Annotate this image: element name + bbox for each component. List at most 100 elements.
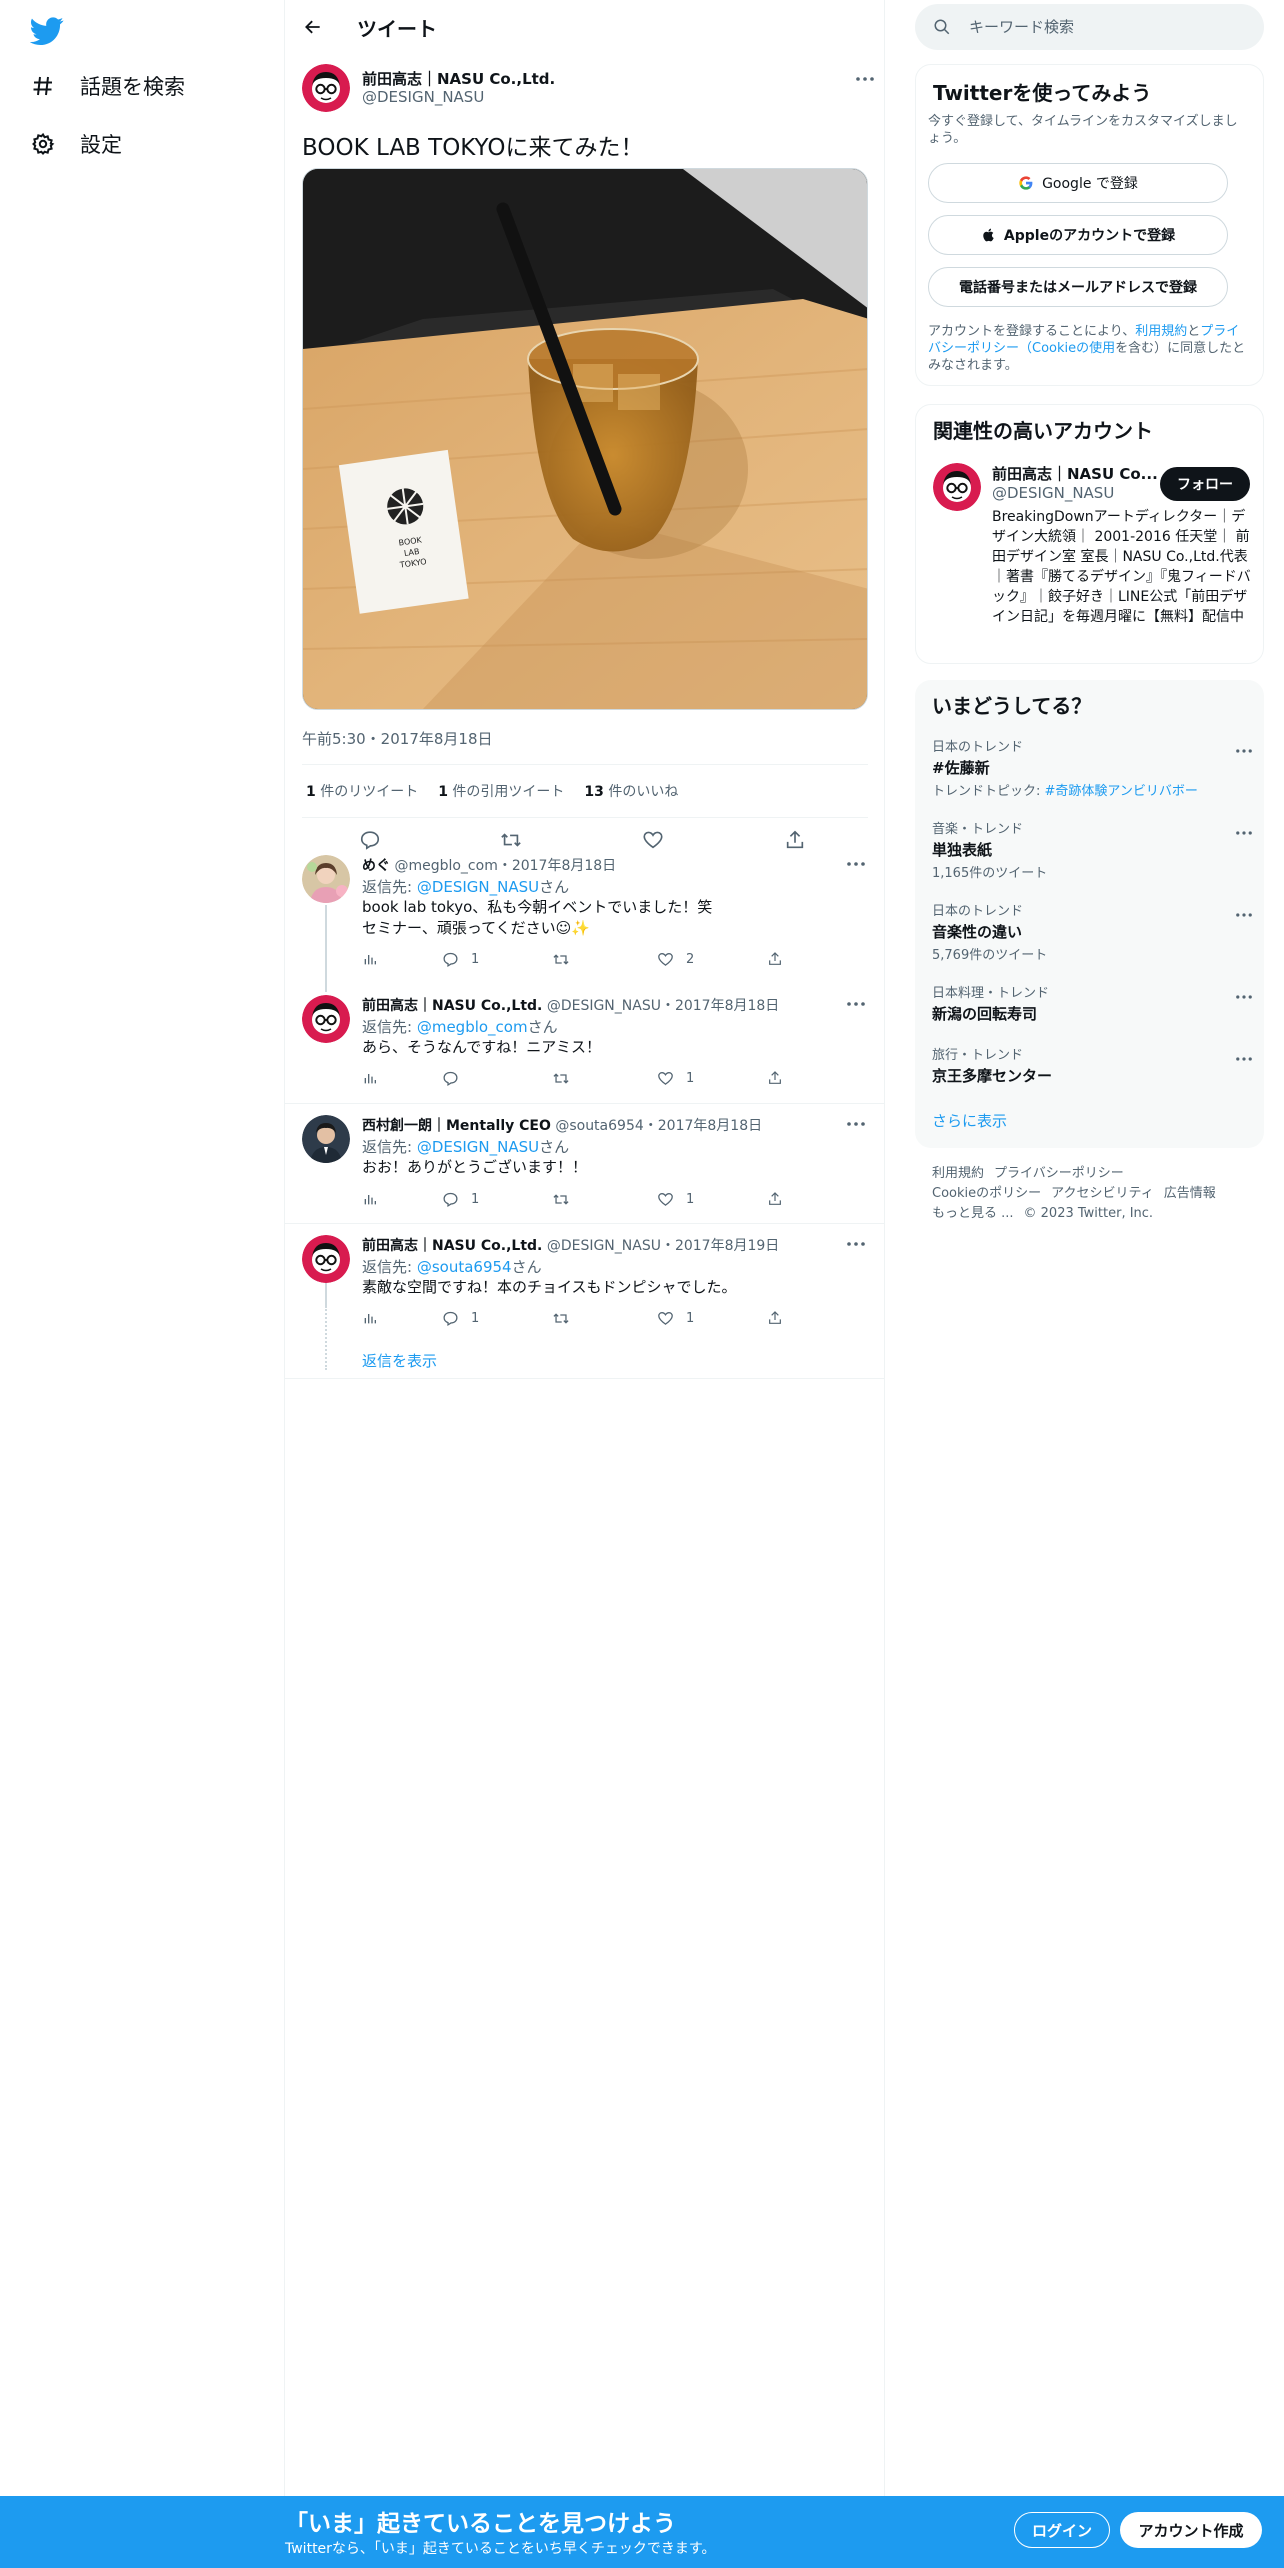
signup-title: Twitterを使ってみよう xyxy=(933,81,1152,105)
footer-link-ads[interactable]: 広告情報 xyxy=(1164,1186,1216,1201)
reply-tweet[interactable]: 前田高志｜NASU Co.,Ltd. @DESIGN_NASU・2017年8月1… xyxy=(285,1235,885,1335)
reply-author-name[interactable]: 前田高志｜NASU Co.,Ltd. xyxy=(362,998,542,1014)
avatar[interactable] xyxy=(302,64,350,112)
reply-button[interactable]: 1 xyxy=(442,1191,479,1208)
login-button[interactable]: ログイン xyxy=(1014,2512,1110,2548)
trend-item[interactable]: 旅行・トレンド 京王多摩センター xyxy=(932,1044,1252,1086)
trend-item[interactable]: 音楽・トレンド 単独表紙 1,165件のツイート xyxy=(932,818,1252,881)
retweet-button[interactable] xyxy=(552,1070,582,1087)
like-button[interactable]: 1 xyxy=(657,1310,694,1327)
tweet-timestamp[interactable]: 午前5:30・2017年8月18日 xyxy=(302,728,493,749)
like-button[interactable]: 1 xyxy=(657,1191,694,1208)
reply-button[interactable] xyxy=(442,1070,471,1087)
more-options-icon[interactable] xyxy=(852,70,878,88)
more-options-icon[interactable] xyxy=(1236,984,1252,1003)
analytics-icon[interactable] xyxy=(362,1191,378,1207)
share-icon[interactable] xyxy=(781,826,809,854)
avatar[interactable] xyxy=(302,1235,350,1283)
more-options-icon[interactable] xyxy=(1236,738,1252,757)
footer-link-privacy[interactable]: プライバシーポリシー xyxy=(994,1166,1124,1181)
reply-meta[interactable]: @DESIGN_NASU・2017年8月18日 xyxy=(547,998,780,1014)
related-name[interactable]: 前田高志｜NASU Co... xyxy=(992,463,1158,484)
trend-item[interactable]: 日本料理・トレンド 新潟の回転寿司 xyxy=(932,982,1252,1024)
search-box[interactable] xyxy=(915,4,1264,50)
share-icon[interactable] xyxy=(767,1310,783,1326)
like-button[interactable]: 2 xyxy=(657,951,694,968)
retweet-stat[interactable]: 1 件のリツイート xyxy=(306,781,418,801)
apple-signup-button[interactable]: Appleのアカウントで登録 xyxy=(928,215,1228,255)
more-options-icon[interactable] xyxy=(843,855,869,873)
reply-mention[interactable]: @DESIGN_NASU xyxy=(417,878,539,896)
heart-icon[interactable] xyxy=(639,826,667,854)
trend-topic-link[interactable]: #奇跡体験アンビリバボー xyxy=(1045,784,1198,799)
share-icon[interactable] xyxy=(767,1070,783,1086)
show-replies-link[interactable]: 返信を表示 xyxy=(362,1350,437,1371)
reply-button[interactable]: 1 xyxy=(442,1310,479,1327)
quote-stat[interactable]: 1 件の引用ツイート xyxy=(438,781,564,801)
signup-subtitle: 今すぐ登録して、タイムラインをカスタマイズしましょう。 xyxy=(928,114,1238,146)
reply-author-name[interactable]: めぐ xyxy=(362,858,390,874)
more-options-icon[interactable] xyxy=(843,1115,869,1133)
phone-signup-button[interactable]: 電話番号またはメールアドレスで登録 xyxy=(928,267,1228,307)
reply-line: セミナー、頑張ってください☺✨ xyxy=(362,919,590,937)
reply-tweet[interactable]: 西村創一朗｜Mentally CEO @souta6954・2017年8月18日… xyxy=(285,1115,885,1215)
avatar[interactable] xyxy=(302,1115,350,1163)
share-icon[interactable] xyxy=(767,951,783,967)
tweet-photo[interactable]: BOOK LAB TOKYO xyxy=(302,168,868,710)
reply-mention[interactable]: @megblo_com xyxy=(417,1018,528,1036)
nav-explore[interactable]: 話題を検索 xyxy=(30,66,185,106)
analytics-icon[interactable] xyxy=(362,951,378,967)
like-stat[interactable]: 13 件のいいね xyxy=(584,781,678,801)
footer-link-more[interactable]: もっと見る ... xyxy=(932,1206,1014,1221)
reply-author-name[interactable]: 西村創一朗｜Mentally CEO xyxy=(362,1118,551,1134)
reply-meta[interactable]: @megblo_com・2017年8月18日 xyxy=(394,858,616,874)
author-name[interactable]: 前田高志｜NASU Co.,Ltd. xyxy=(362,68,555,89)
reply-tweet[interactable]: 前田高志｜NASU Co.,Ltd. @DESIGN_NASU・2017年8月1… xyxy=(285,995,885,1095)
more-options-icon[interactable] xyxy=(1236,1046,1252,1065)
reply-button[interactable]: 1 xyxy=(442,951,479,968)
nav-settings[interactable]: 設定 xyxy=(30,124,122,164)
retweet-icon xyxy=(553,1194,569,1205)
terms-link[interactable]: 利用規約 xyxy=(1135,324,1187,339)
arrow-left-icon[interactable] xyxy=(299,13,327,41)
search-input[interactable] xyxy=(969,12,1239,42)
retweet-icon[interactable] xyxy=(497,826,525,854)
trend-item[interactable]: 日本のトレンド #佐藤新 トレンドトピック: #奇跡体験アンビリバボー xyxy=(932,736,1252,799)
reply-mention[interactable]: @souta6954 xyxy=(417,1258,512,1276)
reply-author-name[interactable]: 前田高志｜NASU Co.,Ltd. xyxy=(362,1238,542,1254)
show-more-trends-link[interactable]: さらに表示 xyxy=(932,1110,1007,1131)
more-options-icon[interactable] xyxy=(843,1235,869,1253)
avatar[interactable] xyxy=(302,855,350,903)
reply-meta[interactable]: @DESIGN_NASU・2017年8月19日 xyxy=(547,1238,780,1254)
follow-button[interactable]: フォロー xyxy=(1160,467,1250,501)
reply-actions: 1 1 xyxy=(362,1191,802,1213)
footer-link-terms[interactable]: 利用規約 xyxy=(932,1166,984,1181)
retweet-icon xyxy=(553,1073,569,1084)
avatar[interactable] xyxy=(302,995,350,1043)
author-handle[interactable]: @DESIGN_NASU xyxy=(362,88,484,106)
like-button[interactable]: 1 xyxy=(657,1070,694,1087)
analytics-icon[interactable] xyxy=(362,1070,378,1086)
share-icon[interactable] xyxy=(767,1191,783,1207)
create-account-button[interactable]: アカウント作成 xyxy=(1120,2512,1262,2548)
footer-link-cookies[interactable]: Cookieのポリシー xyxy=(932,1186,1041,1201)
reply-text: book lab tokyo、私も今朝イベントでいました！笑 セミナー、頑張って… xyxy=(362,897,712,939)
reply-mention[interactable]: @DESIGN_NASU xyxy=(417,1138,539,1156)
analytics-icon[interactable] xyxy=(362,1310,378,1326)
retweet-button[interactable] xyxy=(552,1191,582,1208)
more-options-icon[interactable] xyxy=(843,995,869,1013)
trend-item[interactable]: 日本のトレンド 音楽性の違い 5,769件のツイート xyxy=(932,900,1252,963)
avatar[interactable] xyxy=(933,463,981,511)
retweet-button[interactable] xyxy=(552,1310,582,1327)
google-signup-button[interactable]: Google で登録 xyxy=(928,163,1228,203)
related-handle[interactable]: @DESIGN_NASU xyxy=(992,484,1114,502)
more-options-icon[interactable] xyxy=(1236,820,1252,839)
more-options-icon[interactable] xyxy=(1236,902,1252,921)
footer-link-accessibility[interactable]: アクセシビリティ xyxy=(1051,1186,1154,1201)
twitter-bird-icon[interactable] xyxy=(29,14,66,50)
retweet-button[interactable] xyxy=(552,951,582,968)
reply-meta[interactable]: @souta6954・2017年8月18日 xyxy=(555,1118,762,1134)
like-count: 1 xyxy=(686,1071,695,1086)
reply-icon[interactable] xyxy=(356,826,384,854)
reply-tweet[interactable]: めぐ @megblo_com・2017年8月18日 返信先: @DESIGN_N… xyxy=(285,855,885,970)
